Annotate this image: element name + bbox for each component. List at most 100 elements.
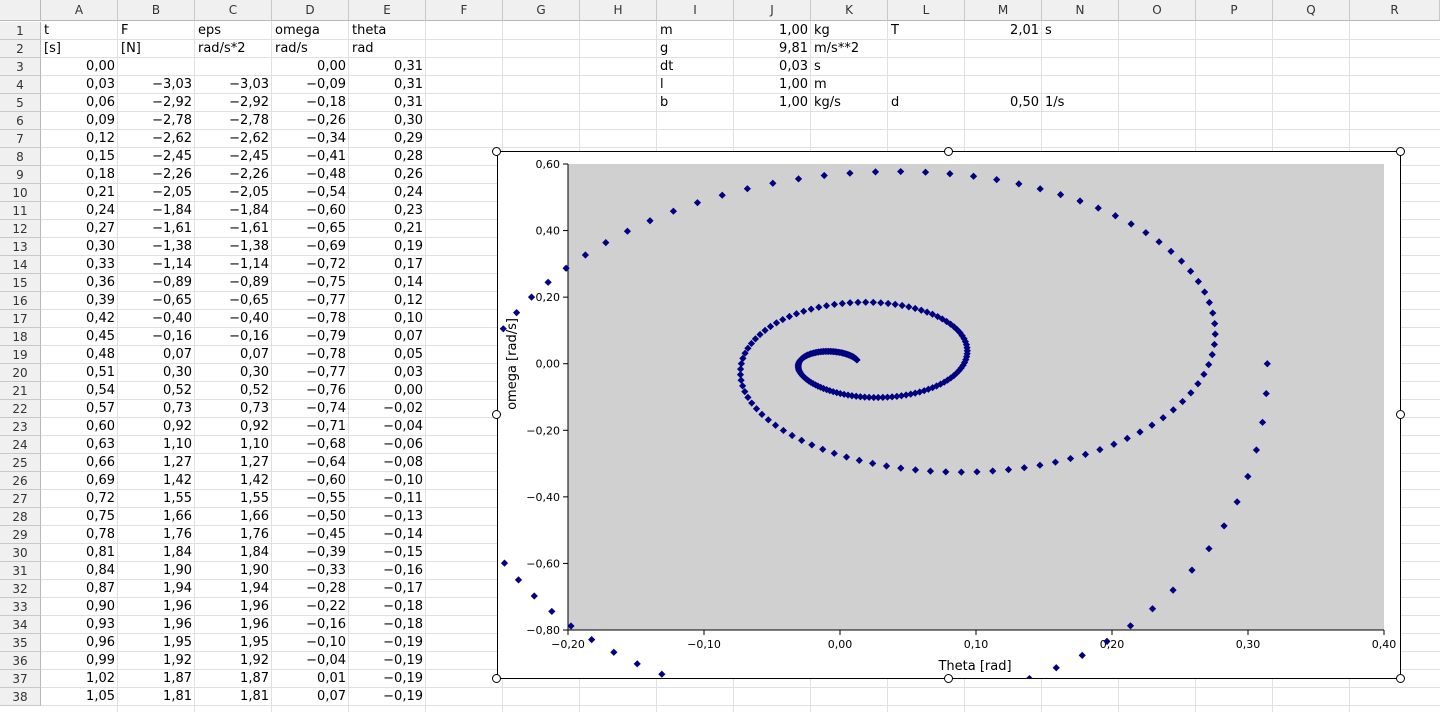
row-header[interactable]: 9 xyxy=(0,166,41,184)
header-cell[interactable]: F xyxy=(118,22,195,40)
table-cell[interactable]: 0,07 xyxy=(118,346,195,364)
table-cell[interactable]: −0,41 xyxy=(272,148,349,166)
table-cell[interactable]: −0,65 xyxy=(195,292,272,310)
table-cell[interactable]: −0,16 xyxy=(118,328,195,346)
row-header[interactable]: 28 xyxy=(0,508,41,526)
table-cell[interactable]: 1,96 xyxy=(195,598,272,616)
table-cell[interactable]: −0,78 xyxy=(272,310,349,328)
column-header-k[interactable]: K xyxy=(811,0,888,21)
table-cell[interactable]: 1,92 xyxy=(118,652,195,670)
column-header-p[interactable]: P xyxy=(1196,0,1273,21)
param-unit-cell[interactable]: kg xyxy=(811,22,888,40)
table-cell[interactable]: 1,92 xyxy=(195,652,272,670)
param-value-cell[interactable]: 1,00 xyxy=(734,22,811,40)
table-cell[interactable]: 1,55 xyxy=(195,490,272,508)
table-cell[interactable]: 0,30 xyxy=(41,238,118,256)
table-cell[interactable]: 0,81 xyxy=(41,544,118,562)
table-cell[interactable]: 0,42 xyxy=(41,310,118,328)
table-cell[interactable]: 0,30 xyxy=(118,364,195,382)
table-cell[interactable]: 1,84 xyxy=(195,544,272,562)
table-cell[interactable]: 0,60 xyxy=(41,418,118,436)
header-cell[interactable]: eps xyxy=(195,22,272,40)
table-cell[interactable]: 1,27 xyxy=(195,454,272,472)
table-cell[interactable]: 0,24 xyxy=(349,184,426,202)
table-cell[interactable]: 0,36 xyxy=(41,274,118,292)
table-cell[interactable]: −0,09 xyxy=(272,76,349,94)
param-name-cell[interactable]: b xyxy=(657,94,734,112)
table-cell[interactable]: −0,04 xyxy=(349,418,426,436)
param-name-cell[interactable]: g xyxy=(657,40,734,58)
column-header-q[interactable]: Q xyxy=(1273,0,1350,21)
table-cell[interactable]: 1,94 xyxy=(195,580,272,598)
table-cell[interactable]: 0,73 xyxy=(118,400,195,418)
column-header-h[interactable]: H xyxy=(580,0,657,21)
column-header-o[interactable]: O xyxy=(1119,0,1196,21)
table-cell[interactable]: 1,55 xyxy=(118,490,195,508)
table-cell[interactable]: 0,75 xyxy=(41,508,118,526)
chart-resize-handle-n[interactable] xyxy=(944,147,953,156)
row-header[interactable]: 11 xyxy=(0,202,41,220)
table-cell[interactable]: 1,84 xyxy=(118,544,195,562)
param-name-cell[interactable]: d xyxy=(888,94,965,112)
table-cell[interactable]: 1,81 xyxy=(195,688,272,706)
table-cell[interactable]: −0,06 xyxy=(349,436,426,454)
row-header[interactable]: 8 xyxy=(0,148,41,166)
table-cell[interactable]: 1,42 xyxy=(195,472,272,490)
chart-resize-handle-nw[interactable] xyxy=(492,147,501,156)
table-cell[interactable]: −0,50 xyxy=(272,508,349,526)
table-cell[interactable]: −0,34 xyxy=(272,130,349,148)
table-cell[interactable]: 1,76 xyxy=(195,526,272,544)
table-cell[interactable]: 0,15 xyxy=(41,148,118,166)
table-cell[interactable]: −0,10 xyxy=(349,472,426,490)
table-cell[interactable]: 0,54 xyxy=(41,382,118,400)
table-cell[interactable] xyxy=(118,58,195,76)
table-cell[interactable]: 0,05 xyxy=(349,346,426,364)
table-cell[interactable]: 0,26 xyxy=(349,166,426,184)
param-unit-cell[interactable]: m/s**2 xyxy=(811,40,888,58)
param-value-cell[interactable]: 9,81 xyxy=(734,40,811,58)
row-header[interactable]: 34 xyxy=(0,616,41,634)
table-cell[interactable]: −0,40 xyxy=(195,310,272,328)
param-name-cell[interactable]: T xyxy=(888,22,965,40)
table-cell[interactable]: −0,64 xyxy=(272,454,349,472)
table-cell[interactable]: −0,78 xyxy=(272,346,349,364)
row-header[interactable]: 4 xyxy=(0,76,41,94)
table-cell[interactable]: −0,33 xyxy=(272,562,349,580)
table-cell[interactable]: 0,28 xyxy=(349,148,426,166)
table-cell[interactable]: 0,12 xyxy=(41,130,118,148)
table-cell[interactable]: −0,55 xyxy=(272,490,349,508)
table-cell[interactable]: 1,81 xyxy=(118,688,195,706)
table-cell[interactable]: −0,68 xyxy=(272,436,349,454)
table-cell[interactable]: 0,69 xyxy=(41,472,118,490)
table-cell[interactable]: 0,03 xyxy=(349,364,426,382)
param-value-cell[interactable]: 2,01 xyxy=(965,22,1042,40)
row-header[interactable]: 22 xyxy=(0,400,41,418)
table-cell[interactable]: 0,00 xyxy=(349,382,426,400)
unit-cell[interactable]: rad/s*2 xyxy=(195,40,272,58)
header-cell[interactable]: omega xyxy=(272,22,349,40)
table-cell[interactable]: −0,19 xyxy=(349,652,426,670)
row-header[interactable]: 12 xyxy=(0,220,41,238)
param-value-cell[interactable]: 0,50 xyxy=(965,94,1042,112)
row-header[interactable]: 26 xyxy=(0,472,41,490)
table-cell[interactable]: −1,38 xyxy=(118,238,195,256)
table-cell[interactable]: −0,17 xyxy=(349,580,426,598)
table-cell[interactable]: −0,45 xyxy=(272,526,349,544)
table-cell[interactable]: −0,74 xyxy=(272,400,349,418)
table-cell[interactable]: −0,26 xyxy=(272,112,349,130)
row-header[interactable]: 23 xyxy=(0,418,41,436)
table-cell[interactable]: 0,19 xyxy=(349,238,426,256)
table-cell[interactable]: −0,65 xyxy=(272,220,349,238)
row-header[interactable]: 16 xyxy=(0,292,41,310)
table-cell[interactable]: 0,93 xyxy=(41,616,118,634)
table-cell[interactable]: −1,14 xyxy=(195,256,272,274)
column-header-c[interactable]: C xyxy=(195,0,272,21)
column-header-n[interactable]: N xyxy=(1042,0,1119,21)
column-header-r[interactable]: R xyxy=(1350,0,1440,21)
table-cell[interactable]: 0,72 xyxy=(41,490,118,508)
table-cell[interactable]: 0,31 xyxy=(349,94,426,112)
header-cell[interactable]: theta xyxy=(349,22,426,40)
table-cell[interactable]: 0,09 xyxy=(41,112,118,130)
table-cell[interactable]: −0,89 xyxy=(118,274,195,292)
table-cell[interactable]: 0,06 xyxy=(41,94,118,112)
